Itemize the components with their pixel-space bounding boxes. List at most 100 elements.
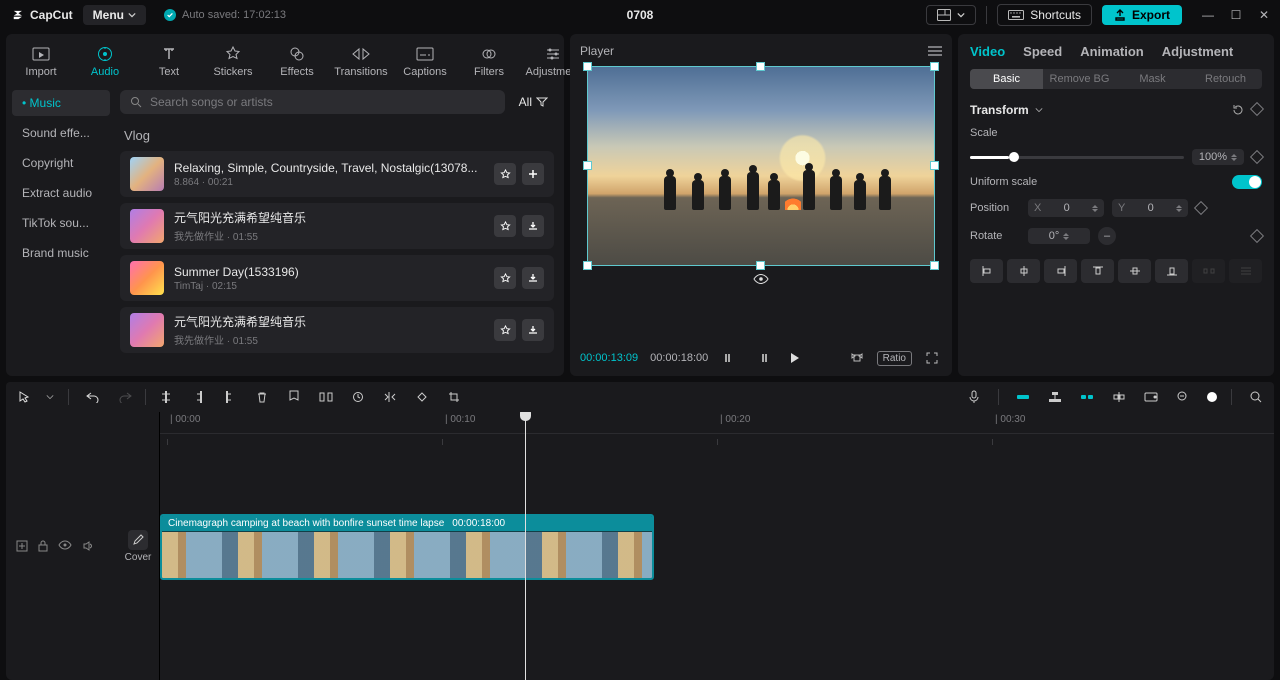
keyframe-icon[interactable] [1250, 102, 1264, 116]
keyframe-icon[interactable] [1250, 229, 1264, 243]
song-item[interactable]: Summer Day(1533196)TimTaj · 02:15 [120, 255, 554, 301]
props-tab-speed[interactable]: Speed [1023, 44, 1062, 59]
uniform-scale-toggle[interactable] [1232, 175, 1262, 189]
subtab-basic[interactable]: Basic [970, 69, 1043, 89]
link-button[interactable] [1077, 387, 1097, 407]
download-button[interactable] [522, 267, 544, 289]
props-tab-video[interactable]: Video [970, 44, 1005, 59]
resize-handle[interactable] [757, 262, 764, 269]
preview-render-button[interactable] [1141, 387, 1161, 407]
prev-frame-button[interactable] [720, 348, 740, 368]
resize-handle[interactable] [931, 262, 938, 269]
resize-handle[interactable] [584, 63, 591, 70]
keyframe-icon[interactable] [1194, 201, 1208, 215]
zoom-fit-button[interactable] [1246, 387, 1266, 407]
split-button[interactable] [156, 387, 176, 407]
category-item[interactable]: Extract audio [12, 180, 110, 206]
category-item[interactable]: Sound effe... [12, 120, 110, 146]
align-top-button[interactable] [1081, 259, 1114, 283]
song-item[interactable]: 元气阳光充满希望纯音乐我先做作业 · 01:55 [120, 203, 554, 249]
chevron-down-icon[interactable] [46, 393, 54, 401]
download-button[interactable] [522, 215, 544, 237]
visibility-icon[interactable] [753, 273, 769, 285]
rotate-decrement[interactable]: – [1098, 227, 1116, 245]
props-tab-adjustment[interactable]: Adjustment [1162, 44, 1234, 59]
add-button[interactable] [522, 163, 544, 185]
lock-track-icon[interactable] [38, 540, 48, 552]
preview-axis-button[interactable] [1109, 387, 1129, 407]
minimize-button[interactable]: — [1200, 8, 1216, 22]
mute-track-icon[interactable] [82, 540, 94, 552]
scale-slider[interactable] [970, 156, 1184, 159]
filter-button[interactable]: All [513, 91, 554, 113]
freeze-button[interactable] [316, 387, 336, 407]
crop-button[interactable] [444, 387, 464, 407]
props-tab-animation[interactable]: Animation [1080, 44, 1144, 59]
timeline[interactable]: Cover | 00:00| 00:10| 00:20| 00:30 Cinem… [6, 412, 1274, 680]
subtab-remove-bg[interactable]: Remove BG [1043, 69, 1116, 89]
category-item[interactable]: Brand music [12, 240, 110, 266]
tab-stickers[interactable]: Stickers [204, 40, 262, 82]
tab-filters[interactable]: Filters [460, 40, 518, 82]
category-item[interactable]: TikTok sou... [12, 210, 110, 236]
align-hcenter-button[interactable] [1007, 259, 1040, 283]
next-frame-button[interactable] [752, 348, 772, 368]
shortcuts-button[interactable]: Shortcuts [997, 4, 1092, 26]
layout-button[interactable] [926, 5, 976, 25]
resize-handle[interactable] [584, 162, 591, 169]
align-bottom-button[interactable] [1155, 259, 1188, 283]
player-menu-button[interactable] [928, 46, 942, 56]
align-vcenter-button[interactable] [1118, 259, 1151, 283]
selection-tool-button[interactable] [14, 387, 34, 407]
mirror-button[interactable] [380, 387, 400, 407]
song-item[interactable]: Relaxing, Simple, Countryside, Travel, N… [120, 151, 554, 197]
song-item[interactable]: 元气阳光充满希望纯音乐我先做作业 · 01:55 [120, 307, 554, 353]
tab-captions[interactable]: Captions [396, 40, 454, 82]
search-input[interactable]: Search songs or artists [120, 90, 505, 114]
play-button[interactable] [784, 348, 804, 368]
menu-button[interactable]: Menu [83, 5, 146, 25]
tab-audio[interactable]: Audio [76, 40, 134, 82]
position-x-input[interactable]: X 0 [1028, 199, 1104, 217]
category-item[interactable]: Music [12, 90, 110, 116]
tab-transitions[interactable]: Transitions [332, 40, 390, 82]
category-item[interactable]: Copyright [12, 150, 110, 176]
playhead[interactable] [525, 412, 526, 680]
timeline-clip[interactable]: Cinemagraph camping at beach with bonfir… [160, 514, 654, 580]
subtab-mask[interactable]: Mask [1116, 69, 1189, 89]
tab-text[interactable]: Text [140, 40, 198, 82]
align-right-button[interactable] [1044, 259, 1077, 283]
favorite-button[interactable] [494, 215, 516, 237]
mic-button[interactable] [964, 387, 984, 407]
subtab-retouch[interactable]: Retouch [1189, 69, 1262, 89]
marker-button[interactable] [284, 387, 304, 407]
keyframe-icon[interactable] [1250, 150, 1264, 164]
magnet-track-button[interactable] [1045, 387, 1065, 407]
chevron-down-icon[interactable] [1035, 106, 1043, 114]
distribute-h-button[interactable] [1192, 259, 1225, 283]
tab-import[interactable]: Import [12, 40, 70, 82]
close-button[interactable]: ✕ [1256, 8, 1272, 22]
rotate-button[interactable] [412, 387, 432, 407]
add-track-button[interactable] [16, 540, 28, 552]
favorite-button[interactable] [494, 319, 516, 341]
tab-effects[interactable]: Effects [268, 40, 326, 82]
favorite-button[interactable] [494, 267, 516, 289]
align-left-button[interactable] [970, 259, 1003, 283]
trim-left-button[interactable] [188, 387, 208, 407]
undo-button[interactable] [83, 387, 103, 407]
zoom-out-button[interactable] [1173, 387, 1193, 407]
fullscreen-button[interactable] [922, 348, 942, 368]
rotate-input[interactable]: 0° [1028, 228, 1090, 244]
delete-button[interactable] [252, 387, 272, 407]
resize-handle[interactable] [931, 63, 938, 70]
snapshot-button[interactable] [847, 348, 867, 368]
download-button[interactable] [522, 319, 544, 341]
resize-handle[interactable] [757, 63, 764, 70]
reverse-button[interactable] [348, 387, 368, 407]
reset-icon[interactable] [1232, 104, 1244, 116]
ratio-button[interactable]: Ratio [877, 351, 912, 366]
preview-canvas[interactable] [587, 66, 935, 266]
distribute-v-button[interactable] [1229, 259, 1262, 283]
redo-button[interactable] [115, 387, 135, 407]
